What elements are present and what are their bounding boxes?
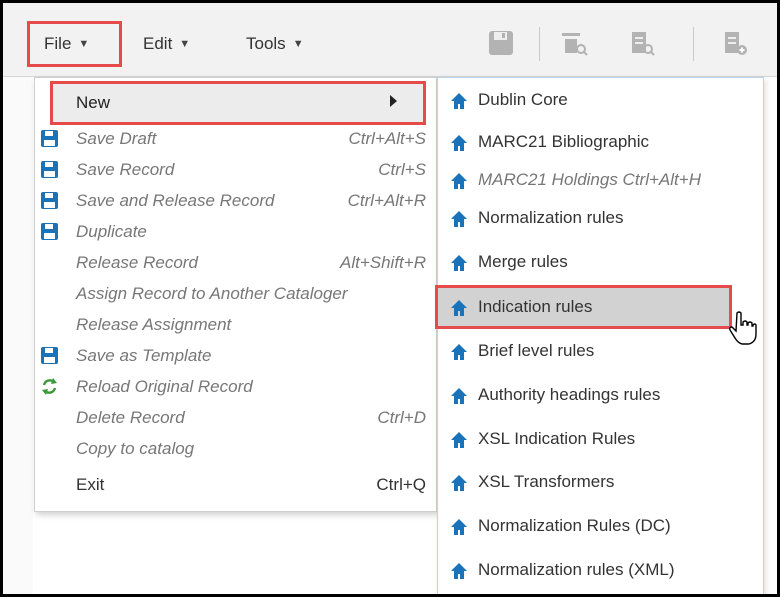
- edit-menu-button[interactable]: Edit ▼: [143, 24, 190, 64]
- menu-item-delete-record[interactable]: Delete Record Ctrl+D: [35, 402, 436, 432]
- new-submenu: Dublin Core MARC21 Bibliographic MARC21 …: [435, 77, 764, 594]
- caret-down-icon: ▼: [78, 38, 90, 50]
- submenu-item-label: Indication rules: [478, 297, 593, 316]
- home-icon: [451, 135, 467, 151]
- menubar: File ▼ Edit ▼ Tools ▼: [3, 3, 777, 77]
- add-document-icon[interactable]: [721, 29, 749, 57]
- home-icon: [451, 563, 467, 579]
- home-icon: [451, 173, 467, 189]
- application-window: File ▼ Edit ▼ Tools ▼ New Save Draft Ctr…: [0, 0, 780, 597]
- menu-item-shortcut: Alt+Shift+R: [340, 253, 426, 272]
- toolbar-separator: [693, 27, 694, 61]
- menu-item-label: Copy to catalog: [76, 439, 195, 458]
- menu-item-release-record[interactable]: Release Record Alt+Shift+R: [35, 247, 436, 277]
- save-icon: [41, 130, 58, 147]
- menu-item-shortcut: Ctrl+D: [377, 408, 426, 427]
- submenu-item-dublin-core[interactable]: Dublin Core: [438, 80, 763, 120]
- menu-item-save-draft[interactable]: Save Draft Ctrl+Alt+S: [35, 123, 436, 153]
- submenu-item-label: Normalization rules: [478, 208, 624, 227]
- menu-item-release-assignment[interactable]: Release Assignment: [35, 309, 436, 339]
- home-icon: [451, 93, 467, 109]
- menu-item-assign-record[interactable]: Assign Record to Another Cataloger: [35, 278, 436, 308]
- edit-menu-label: Edit: [143, 34, 173, 53]
- menu-item-label: Release Assignment: [76, 315, 232, 334]
- home-icon: [451, 300, 467, 316]
- hand-cursor-icon: [729, 311, 757, 345]
- menu-item-save-as-template[interactable]: Save as Template: [35, 340, 436, 370]
- file-menu-label: File: [44, 34, 72, 53]
- submenu-item-label: XSL Indication Rules: [478, 429, 636, 448]
- menu-item-label: Save as Template: [76, 346, 212, 365]
- menu-item-label: Duplicate: [76, 222, 147, 241]
- save-icon[interactable]: [487, 29, 515, 57]
- menu-item-label: Save Record: [76, 160, 175, 179]
- file-dropdown-menu: New Save Draft Ctrl+Alt+S Save Record Ct…: [34, 77, 437, 512]
- home-icon: [451, 432, 467, 448]
- menu-item-shortcut: Ctrl+Alt+S: [348, 129, 426, 148]
- menu-item-shortcut: Ctrl+Q: [376, 475, 426, 494]
- save-icon: [41, 161, 58, 178]
- menu-item-label: Exit: [76, 475, 105, 494]
- search-record-icon[interactable]: [560, 29, 588, 57]
- submenu-item-label: MARC21 Holdings Ctrl+Alt+H: [478, 170, 701, 189]
- submenu-item-xsl-transformers[interactable]: XSL Transformers: [438, 462, 763, 502]
- menu-item-save-record[interactable]: Save Record Ctrl+S: [35, 154, 436, 184]
- save-icon: [41, 223, 58, 240]
- submenu-item-label: Merge rules: [478, 252, 568, 271]
- menu-item-reload-original[interactable]: Reload Original Record: [35, 371, 436, 401]
- submenu-item-authority-headings-rules[interactable]: Authority headings rules: [438, 375, 763, 415]
- home-icon: [451, 519, 467, 535]
- submenu-item-marc21-holdings[interactable]: MARC21 Holdings Ctrl+Alt+H: [438, 160, 763, 200]
- tools-menu-button[interactable]: Tools ▼: [246, 24, 304, 64]
- menu-item-label: Save Draft: [76, 129, 157, 148]
- submenu-item-marc21-bibliographic[interactable]: MARC21 Bibliographic: [438, 122, 763, 162]
- menu-item-label: Save and Release Record: [76, 191, 275, 210]
- menu-item-save-and-release[interactable]: Save and Release Record Ctrl+Alt+R: [35, 185, 436, 215]
- menu-item-duplicate[interactable]: Duplicate: [35, 216, 436, 246]
- submenu-item-label: MARC21 Bibliographic: [478, 132, 650, 151]
- submenu-item-label: Brief level rules: [478, 341, 595, 360]
- menu-item-label: Release Record: [76, 253, 198, 272]
- menu-item-label: Reload Original Record: [76, 377, 253, 396]
- submenu-arrow-icon: [390, 95, 397, 107]
- submenu-item-label: Normalization Rules (DC): [478, 516, 671, 535]
- save-icon: [41, 347, 58, 364]
- home-icon: [451, 475, 467, 491]
- submenu-item-merge-rules[interactable]: Merge rules: [438, 242, 763, 282]
- menu-item-copy-to-catalog[interactable]: Copy to catalog: [35, 433, 436, 463]
- menu-item-shortcut: Ctrl+Alt+R: [347, 191, 426, 210]
- caret-down-icon: ▼: [292, 38, 304, 50]
- submenu-item-normalization-rules-dc[interactable]: Normalization Rules (DC): [438, 506, 763, 546]
- menu-item-new[interactable]: New: [50, 81, 426, 125]
- submenu-item-label: Dublin Core: [478, 90, 568, 109]
- submenu-item-normalization-rules-xml[interactable]: Normalization rules (XML): [438, 550, 763, 590]
- tools-menu-label: Tools: [246, 34, 286, 53]
- home-icon: [451, 344, 467, 360]
- toolbar-separator: [539, 27, 540, 61]
- menu-item-new-label: New: [76, 93, 111, 112]
- submenu-item-indication-rules[interactable]: Indication rules: [435, 285, 732, 329]
- submenu-item-label: XSL Transformers: [478, 472, 615, 491]
- save-icon: [41, 192, 58, 209]
- submenu-item-normalization-rules[interactable]: Normalization rules: [438, 198, 763, 238]
- submenu-item-label: Authority headings rules: [478, 385, 661, 404]
- menu-item-label: Assign Record to Another Cataloger: [76, 284, 348, 303]
- home-icon: [451, 255, 467, 271]
- menu-item-label: Delete Record: [76, 408, 185, 427]
- caret-down-icon: ▼: [179, 38, 191, 50]
- home-icon: [451, 388, 467, 404]
- submenu-item-label: Normalization rules (XML): [478, 560, 675, 579]
- submenu-item-xsl-indication-rules[interactable]: XSL Indication Rules: [438, 419, 763, 459]
- reload-icon: [42, 378, 57, 395]
- file-menu-button[interactable]: File ▼: [27, 21, 122, 67]
- menu-item-exit[interactable]: Exit Ctrl+Q: [35, 469, 436, 499]
- search-document-icon[interactable]: [628, 29, 656, 57]
- submenu-item-brief-level-rules[interactable]: Brief level rules: [438, 331, 763, 371]
- menu-item-shortcut: Ctrl+S: [378, 160, 426, 179]
- left-panel-strip: [3, 77, 33, 594]
- home-icon: [451, 211, 467, 227]
